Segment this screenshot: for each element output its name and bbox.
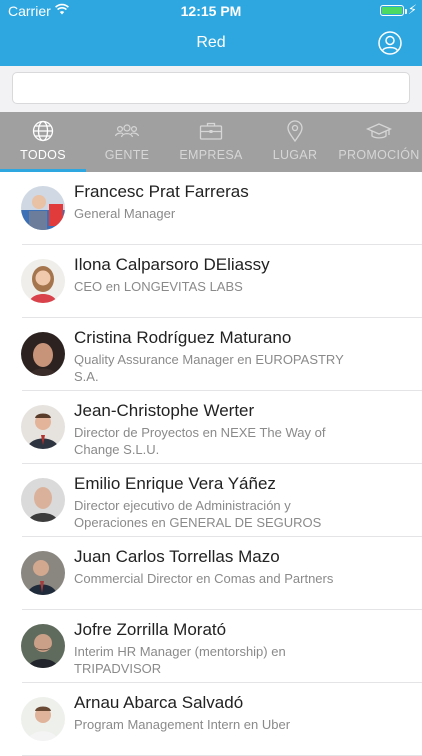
person-role: Commercial Director en Comas and Partner… [74,571,334,586]
list-item[interactable]: Emilio Enrique Vera Yáñez Director ejecu… [0,464,422,537]
person-role: General Manager [74,206,176,221]
avatar [21,186,65,230]
tab-empresa[interactable]: EMPRESA [168,112,254,172]
person-name: Jofre Zorrilla Morató [74,620,227,639]
list-item[interactable]: Ilona Calparsoro DEliassy CEO en LONGEVI… [0,245,422,318]
people-list: Francesc Prat Farreras General Manager I… [0,172,422,756]
tab-label: LUGAR [272,148,318,162]
search-bar [0,66,422,112]
briefcase-icon [199,122,223,140]
person-name: Jean-Christophe Werter [74,401,255,420]
app-header: Carrier 12:15 PM ⚡ Red [0,0,422,66]
avatar [21,259,65,303]
search-input[interactable] [12,72,410,104]
people-icon [114,124,140,138]
list-item[interactable]: Arnau Abarca Salvadó Program Management … [0,683,422,756]
clock: 12:15 PM [180,3,242,19]
list-item[interactable]: Francesc Prat Farreras General Manager [0,172,422,245]
avatar [21,405,65,449]
tab-label: TODOS [20,148,66,162]
avatar [21,332,65,376]
list-item[interactable]: Juan Carlos Torrellas Mazo Commercial Di… [0,537,422,610]
person-role: Quality Assurance Manager en EUROPASTRY … [74,352,344,384]
person-role: Director ejecutivo de Administración y O… [74,498,322,530]
status-bar: Carrier 12:15 PM ⚡ [0,0,422,22]
tab-todos[interactable]: TODOS [0,112,86,172]
person-name: Emilio Enrique Vera Yáñez [74,474,276,493]
tab-promocion[interactable]: PROMOCIÓN [336,112,422,172]
tab-label: PROMOCIÓN [338,148,420,162]
battery-icon [380,5,404,16]
tab-label: GENTE [104,148,150,162]
avatar [21,624,65,668]
person-name: Cristina Rodríguez Maturano [74,328,292,347]
person-name: Juan Carlos Torrellas Mazo [74,547,280,566]
avatar [21,551,65,595]
avatar [21,697,65,741]
globe-icon [32,120,54,142]
page-title: Red [196,34,226,51]
map-pin-icon [287,120,303,142]
person-role: Program Management Intern en Uber [74,717,291,732]
person-name: Francesc Prat Farreras [74,182,249,201]
person-name: Arnau Abarca Salvadó [74,693,244,712]
person-name: Ilona Calparsoro DEliassy [74,255,270,274]
list-item[interactable]: Cristina Rodríguez Maturano Quality Assu… [0,318,422,391]
battery-tip [405,9,407,14]
graduation-cap-icon [366,123,392,139]
list-item[interactable]: Jean-Christophe Werter Director de Proye… [0,391,422,464]
person-role: Director de Proyectos en NEXE The Way of… [74,425,326,457]
filter-tabs: TODOS GENTE EMPRESA LUGAR PROMOCIÓN [0,112,422,172]
tab-gente[interactable]: GENTE [86,112,168,172]
avatar [21,478,65,522]
charging-icon: ⚡ [407,2,417,17]
user-circle-icon[interactable] [378,31,402,55]
tab-label: EMPRESA [179,148,243,162]
tab-lugar[interactable]: LUGAR [254,112,336,172]
person-role: Interim HR Manager (mentorship) en TRIPA… [74,644,286,676]
list-item[interactable]: Jofre Zorrilla Morató Interim HR Manager… [0,610,422,683]
person-role: CEO en LONGEVITAS LABS [74,279,243,294]
